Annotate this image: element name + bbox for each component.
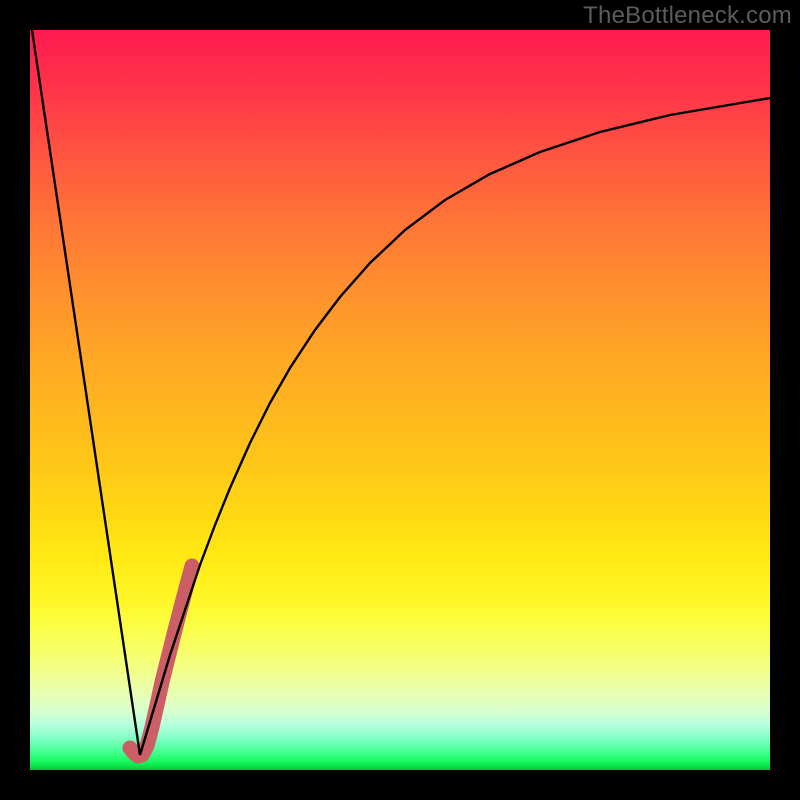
curves-svg <box>30 30 770 770</box>
left-descending-line-path <box>32 30 140 755</box>
plot-area <box>30 30 770 770</box>
hook-overlay-path <box>130 566 192 756</box>
right-ascending-curve-path <box>140 98 770 755</box>
chart-root: TheBottleneck.com <box>0 0 800 800</box>
watermark-text: TheBottleneck.com <box>583 2 792 30</box>
